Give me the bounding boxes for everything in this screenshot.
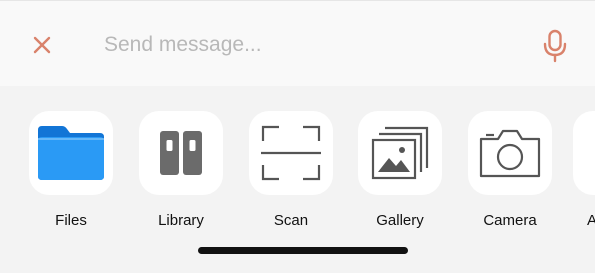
close-button[interactable] <box>28 31 56 59</box>
camera-icon <box>479 129 541 178</box>
app-label: A <box>587 212 595 229</box>
app-tile <box>573 111 595 195</box>
app-label: Scan <box>273 212 309 229</box>
app-library[interactable]: Library <box>134 111 228 229</box>
app-tile <box>468 111 552 195</box>
message-bar <box>0 0 595 87</box>
app-label: Files <box>55 212 87 229</box>
message-input[interactable] <box>96 25 512 65</box>
app-tile <box>139 111 223 195</box>
home-indicator[interactable] <box>198 247 408 254</box>
library-icon <box>160 131 202 175</box>
close-icon <box>33 36 51 54</box>
share-sheet: Files Library <box>0 0 595 273</box>
scan-icon <box>261 125 321 181</box>
app-label: Library <box>158 212 204 229</box>
microphone-button[interactable] <box>538 27 572 65</box>
app-label: Camera <box>483 212 537 229</box>
gallery-icon <box>371 126 429 180</box>
app-gallery[interactable]: Gallery <box>353 111 447 229</box>
folder-icon <box>38 126 104 180</box>
app-tile <box>29 111 113 195</box>
app-tile <box>249 111 333 195</box>
app-label: Gallery <box>376 212 424 229</box>
app-scan[interactable]: Scan <box>244 111 338 229</box>
app-tray: Files Library Scan Gallery Camera A <box>0 86 595 273</box>
app-partial[interactable]: A <box>573 111 595 229</box>
app-files[interactable]: Files <box>24 111 118 229</box>
app-camera[interactable]: Camera <box>463 111 557 229</box>
app-tile <box>358 111 442 195</box>
microphone-icon <box>543 29 567 63</box>
